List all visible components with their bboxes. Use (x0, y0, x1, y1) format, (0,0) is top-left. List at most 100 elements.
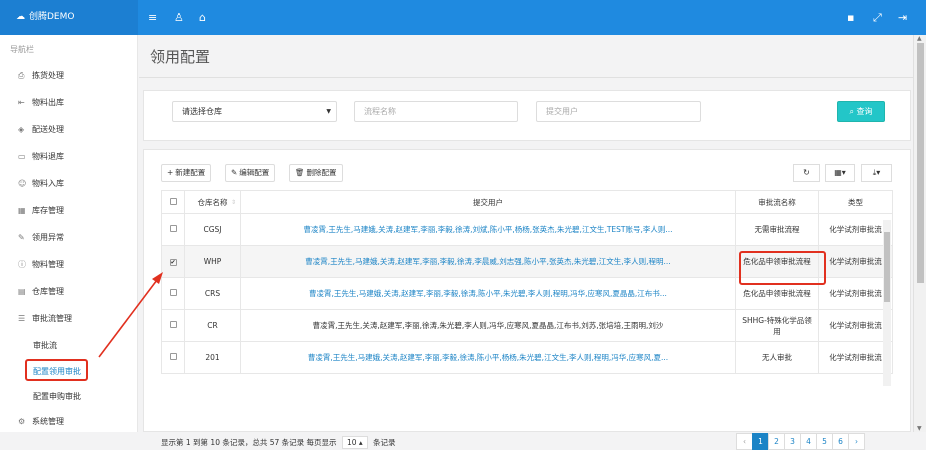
pagination-summary: 显示第 1 到第 10 条记录，总共 57 条记录 每页显示 10 ▴ 条记录 (161, 436, 396, 449)
users-icon[interactable]: ♙ (174, 11, 184, 24)
row-checkbox[interactable] (161, 341, 185, 374)
sidebar-item-label: 库存管理 (32, 206, 64, 215)
home-icon[interactable]: ⌂ (199, 11, 206, 24)
sidebar-item-label: 物料入库 (32, 179, 64, 188)
cell-users[interactable]: 曹凌霄,王先生,马建娥,关涛,赵建军,李丽,李毅,徐涛,刘斌,陈小平,杨杨,张英… (240, 213, 736, 246)
page-button[interactable]: 5 (816, 433, 833, 450)
page-scrollbar-thumb[interactable] (917, 43, 924, 283)
table-row[interactable]: 201 曹凌霄,王先生,马建娥,关涛,赵建军,李丽,李毅,徐涛,陈小平,杨杨,朱… (161, 341, 893, 374)
cell-type: 化学试剂审批流 (818, 341, 893, 374)
delete-config-button[interactable]: 🗑 删除配置 (289, 164, 343, 182)
column-header-users: 提交用户 (240, 190, 736, 214)
column-header-warehouse[interactable]: 仓库名称 ⇕ (184, 190, 241, 214)
sidebar-item-label: 拣货处理 (32, 71, 64, 80)
annotation-highlight-box (25, 359, 88, 381)
sidebar-item-system[interactable]: ⚙ 系统管理 (18, 416, 64, 427)
table-row[interactable]: CGSJ 曹凌霄,王先生,马建娥,关涛,赵建军,李丽,李毅,徐涛,刘斌,陈小平,… (161, 213, 893, 246)
checkbox-icon (169, 289, 177, 296)
table-panel: + 新建配置 ✎ 编辑配置 🗑 删除配置 ↻ ▦▾ ⤓▾ 仓库名称 ⇕ 提交用户 审批流… (143, 149, 911, 450)
sidebar-item-inbound[interactable]: ☺ 物料入库 (18, 178, 64, 189)
sort-icon: ⇕ (230, 199, 236, 206)
print-icon: ⎙ (18, 71, 25, 80)
main-content: 领用配置 请选择仓库 ▼ 流程名称 提交用户 ⌕ 查询 + 新建配置 ✎ 编辑配置 … (139, 35, 913, 450)
sidebar: 导航栏 ⎙ 拣货处理 ⇤ 物料出库 ◈ 配送处理 ▭ 物料退库 ☺ 物料入库 ▦ 库存管理 … (0, 35, 138, 432)
cell-flow: 无人审批 (735, 341, 819, 374)
cell-type: 化学试剂审批流 (818, 245, 893, 278)
person-icon: ☺ (18, 179, 27, 188)
sidebar-item-approval[interactable]: ☰ 审批流管理 (18, 313, 72, 324)
next-page-button[interactable]: › (848, 433, 865, 450)
warehouse-select[interactable]: 请选择仓库 ▼ (172, 101, 337, 122)
table-scrollbar-thumb[interactable] (884, 232, 890, 302)
checkbox-icon (169, 197, 177, 205)
sidebar-item-label: 仓库管理 (32, 287, 64, 296)
column-header-flow: 审批流名称 (735, 190, 819, 214)
sidebar-item-picking[interactable]: ⎙ 拣货处理 (18, 70, 64, 81)
cell-flow: 无需审批流程 (735, 213, 819, 246)
cell-users[interactable]: 曹凌霄,王先生,马建娥,关涛,赵建军,李丽,李毅,徐涛,陈小平,杨杨,朱光碧,江… (240, 341, 736, 374)
new-config-button[interactable]: + 新建配置 (161, 164, 212, 182)
flow-name-input[interactable]: 流程名称 (354, 101, 518, 122)
scroll-up-icon[interactable]: ▲ (917, 35, 922, 42)
sidebar-item-label: 物料出库 (32, 98, 64, 107)
sidebar-sub-purchase-approval[interactable]: 配置申购审批 (33, 391, 81, 402)
sidebar-sub-approval-flow[interactable]: 审批流 (33, 340, 57, 351)
columns-icon[interactable]: ▦▾ (825, 164, 855, 182)
page-button[interactable]: 1 (752, 433, 769, 450)
row-checkbox[interactable] (161, 213, 185, 246)
logout-icon[interactable]: ⇥ (898, 11, 907, 24)
page-button[interactable]: 4 (800, 433, 817, 450)
page-scrollbar[interactable]: ▲ ▼ (913, 35, 926, 432)
caret-down-icon: ▼ (326, 108, 331, 115)
cloud-icon: ☁ (16, 12, 25, 22)
file-icon[interactable]: ▪ (847, 11, 854, 24)
cell-warehouse: CRS (184, 277, 241, 310)
expand-icon[interactable]: ⤢ (873, 11, 882, 24)
sidebar-item-return[interactable]: ▭ 物料退库 (18, 151, 64, 162)
edit-icon: ✎ (231, 168, 238, 177)
brand-name: 创腾DEMO (29, 12, 75, 22)
page-button[interactable]: 6 (832, 433, 849, 450)
page-size-dropdown[interactable]: 10 ▴ (341, 436, 368, 449)
pagination-summary-prefix: 显示第 1 到第 10 条记录，总共 57 条记录 每页显示 (161, 438, 337, 447)
sidebar-item-outbound[interactable]: ⇤ 物料出库 (18, 97, 64, 108)
cell-users[interactable]: 曹凌霄,王先生,马建娥,关涛,赵建军,李丽,李毅,徐涛,陈小平,朱光碧,李人则,… (240, 277, 736, 310)
cell-type: 化学试剂审批流 (818, 213, 893, 246)
submit-user-input[interactable]: 提交用户 (536, 101, 701, 122)
table-scrollbar[interactable] (883, 220, 891, 386)
sidebar-item-inventory[interactable]: ▦ 库存管理 (18, 205, 64, 216)
menu-icon[interactable]: ≡ (148, 11, 157, 24)
sidebar-item-exception[interactable]: ✎ 领用异常 (18, 232, 64, 243)
table-row[interactable]: CR 曹凌霄,王先生,关涛,赵建军,李丽,徐涛,朱光碧,李人则,冯华,应寒风,夏… (161, 309, 893, 342)
scroll-down-icon[interactable]: ▼ (917, 425, 922, 432)
row-checkbox[interactable] (161, 309, 185, 342)
sidebar-item-warehouse[interactable]: ▤ 仓库管理 (18, 286, 64, 297)
sidebar-item-delivery[interactable]: ◈ 配送处理 (18, 124, 64, 135)
refresh-icon[interactable]: ↻ (793, 164, 820, 182)
page-button[interactable]: 2 (768, 433, 785, 450)
prev-page-button[interactable]: ‹ (736, 433, 753, 450)
page-button[interactable]: 3 (784, 433, 801, 450)
edit-config-button[interactable]: ✎ 编辑配置 (225, 164, 276, 182)
row-checkbox[interactable] (161, 277, 185, 310)
sidebar-item-materials[interactable]: ⓘ 物料管理 (18, 259, 64, 270)
row-checkbox[interactable]: ✔ (161, 245, 185, 278)
cell-users[interactable]: 曹凌霄,王先生,马建娥,关涛,赵建军,李丽,李毅,徐涛,李晨威,刘志强,陈小平,… (240, 245, 736, 278)
sidebar-item-label: 系统管理 (32, 417, 64, 426)
cell-warehouse: 201 (184, 341, 241, 374)
pagination: ‹ 1 2 3 4 5 6 › (736, 433, 865, 450)
search-icon: ⌕ (849, 107, 854, 116)
brand-logo[interactable]: ☁ 创腾DEMO (0, 0, 138, 35)
signout-icon: ⇤ (18, 98, 25, 107)
gear-icon: ⚙ (18, 417, 26, 426)
annotation-flow-highlight-box (739, 251, 826, 285)
export-icon[interactable]: ⤓▾ (861, 164, 892, 182)
cell-warehouse: WHP (184, 245, 241, 278)
select-all-checkbox[interactable] (161, 190, 185, 214)
sidebar-item-label: 物料退库 (32, 152, 64, 161)
query-button[interactable]: ⌕ 查询 (837, 101, 885, 122)
checkbox-icon (169, 353, 177, 360)
title-divider (139, 77, 913, 78)
cell-warehouse: CGSJ (184, 213, 241, 246)
plus-icon: + (167, 168, 174, 177)
